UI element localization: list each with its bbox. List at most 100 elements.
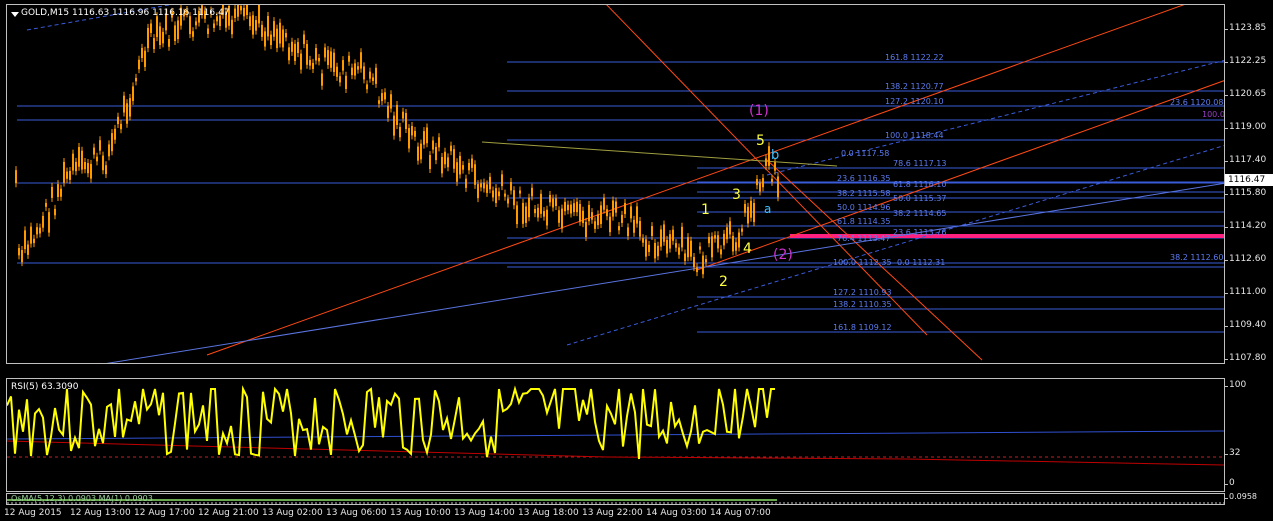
candle-body: [741, 228, 743, 232]
time-tick: 13 Aug 18:00: [518, 508, 579, 518]
candle-body: [156, 16, 158, 38]
candle-body: [645, 239, 647, 257]
rsi-label: RSI(5) 63.3090: [11, 382, 79, 392]
candle-body: [78, 147, 80, 167]
candle-body: [765, 158, 767, 166]
candle-body: [207, 28, 209, 34]
time-tick: 13 Aug 02:00: [262, 508, 323, 518]
chart-menu-arrow-icon[interactable]: [11, 12, 19, 17]
candle-body: [300, 53, 302, 70]
indicator-axis[interactable]: 100 32 0 0.0958: [1224, 378, 1273, 506]
candle-body: [87, 162, 89, 174]
candle-body: [546, 209, 548, 226]
candle-body: [42, 215, 44, 228]
rsi-level-tick: 0: [1225, 478, 1235, 488]
candle-body: [477, 184, 479, 199]
candle-body: [90, 163, 92, 179]
candle-body: [657, 245, 659, 257]
candle-body: [51, 186, 53, 198]
price-tick: 1114.20: [1224, 221, 1267, 231]
candle-body: [543, 211, 545, 217]
price-chart-canvas[interactable]: [7, 5, 1225, 364]
rsi-indicator-pane[interactable]: RSI(5) 63.3090: [6, 378, 1225, 492]
candle-body: [168, 39, 170, 47]
candle-body: [402, 111, 404, 119]
candle-body: [774, 162, 776, 171]
candle-body: [591, 212, 593, 220]
price-chart-pane[interactable]: GOLD,M15 1116.63 1116.96 1116.16 1116.47…: [6, 4, 1225, 364]
candle-body: [99, 140, 101, 151]
candle-body: [351, 67, 353, 76]
candle-body: [282, 29, 284, 48]
wave-label-1-major: (1): [749, 103, 769, 119]
candle-body: [66, 171, 68, 179]
candle-body: [387, 106, 389, 118]
candle-body: [324, 47, 326, 58]
candle-body: [252, 15, 254, 35]
candle-body: [414, 130, 416, 137]
candle-body: [315, 48, 317, 61]
candle-body: [618, 226, 620, 231]
candle-body: [702, 255, 704, 275]
price-tick: 1120.65: [1224, 89, 1267, 99]
candle-body: [474, 164, 476, 185]
time-tick: 12 Aug 2015: [4, 508, 62, 518]
candle-body: [174, 25, 176, 41]
candle-body: [738, 232, 740, 248]
candle-body: [105, 165, 107, 175]
candle-body: [258, 5, 260, 24]
candle-body: [360, 52, 362, 69]
candle-body: [75, 161, 77, 172]
wave-label-4: 4: [743, 241, 752, 257]
fib-label: 100.0 1112.35: [833, 258, 892, 267]
candle-body: [234, 8, 236, 19]
candle-body: [693, 256, 695, 268]
candle-body: [519, 190, 521, 194]
candle-body: [57, 184, 59, 198]
time-axis[interactable]: 12 Aug 2015 12 Aug 13:00 12 Aug 17:00 12…: [0, 507, 1273, 521]
fib-label: 0.0 1112.31: [897, 258, 946, 267]
candle-body: [597, 214, 599, 226]
fib-label: 38.2 1114.65: [893, 209, 947, 218]
candle-body: [465, 178, 467, 188]
candle-body: [552, 198, 554, 208]
candle-body: [483, 182, 485, 189]
fib-label: 76.4 1113.47: [837, 234, 891, 243]
price-tick: 1107.80: [1224, 353, 1267, 363]
candle-body: [396, 104, 398, 125]
candle-body: [432, 140, 434, 150]
candle-body: [291, 41, 293, 52]
candle-body: [48, 212, 50, 233]
candle-body: [615, 201, 617, 213]
candle-body: [564, 201, 566, 212]
price-tick: 1117.40: [1224, 155, 1267, 165]
candle-body: [39, 227, 41, 234]
price-tick: 1119.00: [1224, 122, 1267, 132]
candle-body: [531, 187, 533, 197]
candle-body: [399, 126, 401, 138]
candle-body: [192, 31, 194, 37]
candle-body: [573, 203, 575, 213]
candle-body: [126, 103, 128, 124]
candle-body: [417, 146, 419, 161]
candle-body: [513, 190, 515, 206]
trend-line: [766, 59, 1224, 176]
osma-label: OsMA(5,12,3) 0.0903 MA(1) 0.0903: [11, 494, 153, 503]
candle-body: [744, 203, 746, 213]
candle-body: [663, 224, 665, 242]
candle-body: [711, 236, 713, 258]
candle-body: [654, 242, 656, 259]
candle-body: [651, 226, 653, 237]
candle-body: [213, 23, 215, 28]
wave-label-2-major: (2): [773, 247, 793, 263]
candle-body: [117, 116, 119, 125]
candle-body: [120, 123, 122, 130]
candle-body: [138, 59, 140, 70]
candle-body: [525, 206, 527, 223]
fib-label: 100.0: [1202, 110, 1225, 119]
osma-indicator-pane[interactable]: OsMA(5,12,3) 0.0903 MA(1) 0.0903: [6, 493, 1225, 505]
wave-label-a: a: [764, 202, 772, 216]
candle-body: [435, 146, 437, 161]
candle-body: [336, 66, 338, 77]
candle-body: [612, 200, 614, 217]
